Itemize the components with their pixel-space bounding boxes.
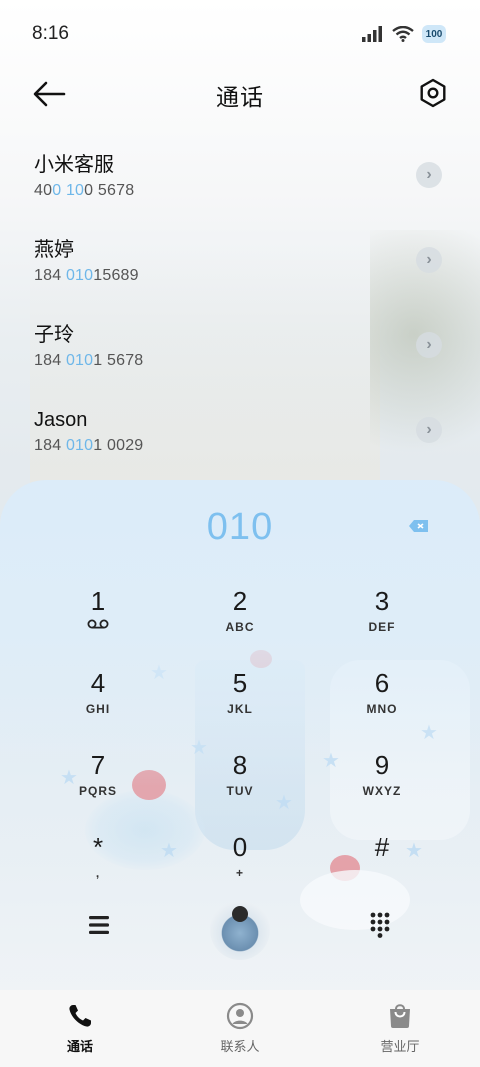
voicemail-icon: [87, 619, 109, 629]
call-list-item[interactable]: Jason 184 0101 0029 ›: [0, 393, 480, 478]
status-bar: 8:16 100: [0, 0, 480, 68]
nav-label: 通话: [66, 1039, 93, 1054]
dial-key-2[interactable]: 2 ABC: [169, 582, 311, 664]
contact-number: 184 01015689: [34, 267, 139, 284]
nav-label: 联系人: [220, 1039, 260, 1054]
app-header: 通话: [0, 72, 480, 118]
dial-actions: [0, 900, 480, 970]
nav-tab-calls[interactable]: 通话: [20, 1002, 140, 1055]
page-title: 通话: [216, 84, 264, 110]
dial-key-0[interactable]: 0 +: [169, 828, 311, 910]
settings-hexagon-icon[interactable]: [418, 78, 448, 108]
dial-key-1[interactable]: 1: [27, 582, 169, 664]
bottom-navigation: 通话 联系人 营业厅: [0, 990, 480, 1067]
backspace-icon[interactable]: [408, 518, 430, 534]
contacts-icon: [226, 1002, 254, 1030]
recent-calls-list: 小米客服 400 100 5678 › 燕婷 184 01015689 › 子玲…: [0, 138, 480, 478]
contact-name: 小米客服: [34, 154, 114, 176]
status-icons: 100: [362, 25, 446, 43]
dial-key-9[interactable]: 9 WXYZ: [311, 746, 453, 828]
contact-name: 燕婷: [34, 239, 74, 261]
contact-number: 184 0101 5678: [34, 352, 144, 369]
chevron-right-icon[interactable]: ›: [416, 162, 442, 188]
dial-key-star[interactable]: * ,: [27, 828, 169, 910]
dial-key-8[interactable]: 8 TUV: [169, 746, 311, 828]
call-list-item[interactable]: 子玲 184 0101 5678 ›: [0, 308, 480, 393]
wifi-icon: [392, 26, 414, 42]
call-list-item[interactable]: 小米客服 400 100 5678 ›: [0, 138, 480, 223]
dialpad-keys: 1 2 ABC 3 DEF 4 GHI 5 JKL 6 MNO 7 PQRS 8…: [0, 582, 480, 910]
back-arrow-icon[interactable]: [32, 80, 66, 108]
keypad-toggle-icon[interactable]: [370, 912, 390, 938]
contact-name: Jason: [34, 409, 88, 431]
dial-key-5[interactable]: 5 JKL: [169, 664, 311, 746]
chevron-right-icon[interactable]: ›: [416, 332, 442, 358]
menu-icon[interactable]: [88, 915, 110, 935]
signal-icon: [362, 26, 382, 42]
chevron-right-icon[interactable]: ›: [416, 417, 442, 443]
dial-key-3[interactable]: 3 DEF: [311, 582, 453, 664]
dialpad-panel: 010 1 2 ABC 3 DEF 4 GHI 5 JKL 6 MNO 7 PQ…: [0, 480, 480, 990]
contact-name: 子玲: [34, 324, 74, 346]
call-list-item[interactable]: 燕婷 184 01015689 ›: [0, 223, 480, 308]
contact-number: 184 0101 0029: [34, 437, 144, 454]
dial-key-4[interactable]: 4 GHI: [27, 664, 169, 746]
contact-number: 400 100 5678: [34, 182, 135, 199]
nav-tab-store[interactable]: 营业厅: [340, 1002, 460, 1055]
nav-label: 营业厅: [380, 1039, 420, 1054]
phone-icon: [69, 1005, 91, 1027]
chevron-right-icon[interactable]: ›: [416, 247, 442, 273]
status-time: 8:16: [32, 23, 69, 44]
dial-key-6[interactable]: 6 MNO: [311, 664, 453, 746]
nav-tab-contacts[interactable]: 联系人: [180, 1002, 300, 1055]
battery-icon: 100: [422, 25, 446, 43]
dial-key-7[interactable]: 7 PQRS: [27, 746, 169, 828]
shopping-bag-icon: [390, 1004, 410, 1028]
call-button[interactable]: [210, 900, 270, 960]
dial-key-hash[interactable]: #: [311, 828, 453, 910]
